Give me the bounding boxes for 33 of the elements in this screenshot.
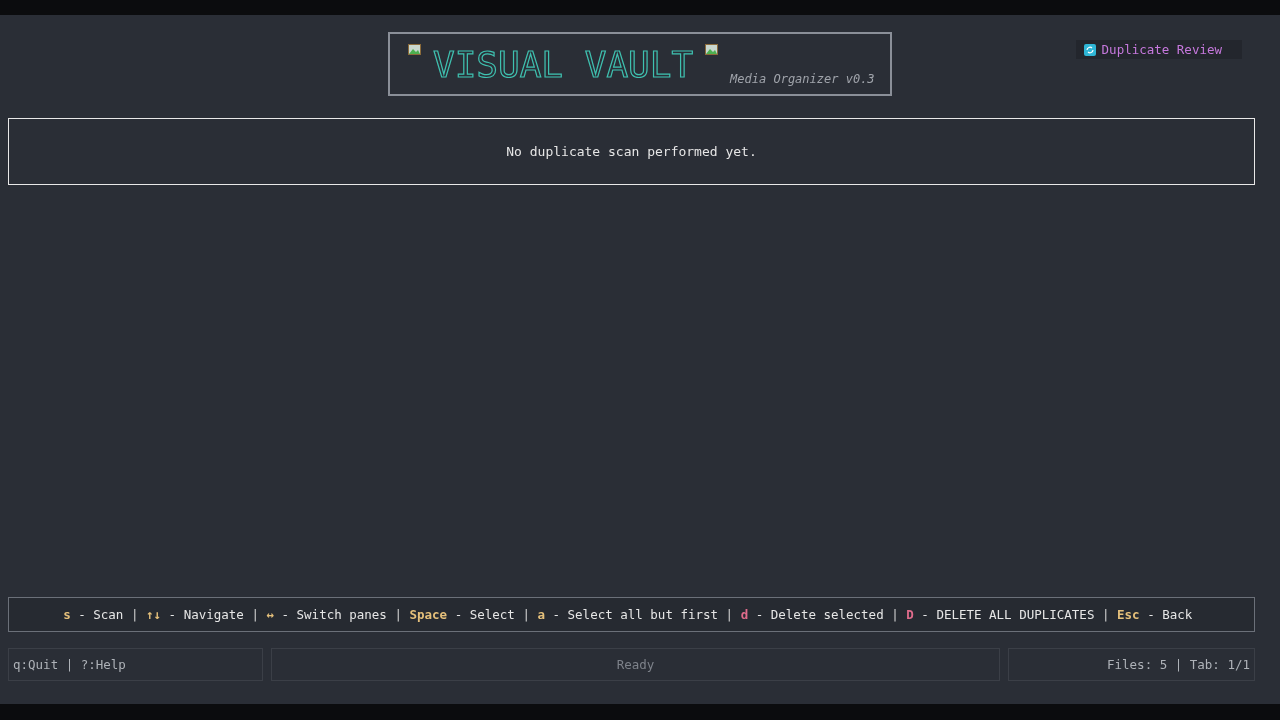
key-label: D <box>906 607 914 622</box>
key-action: - Delete selected <box>755 607 884 622</box>
help-hint: q:Quit | ?:Help <box>8 648 263 681</box>
mode-label: Duplicate Review <box>1101 42 1222 57</box>
key-action: - Scan <box>78 607 124 622</box>
key-label: Esc <box>1117 607 1140 622</box>
empty-message: No duplicate scan performed yet. <box>506 144 757 159</box>
key-action: - Navigate <box>168 607 244 622</box>
app-subtitle: Media Organizer v0.3 <box>730 72 875 86</box>
separator: | <box>251 607 259 622</box>
key-action: - DELETE ALL DUPLICATES <box>921 607 1095 622</box>
separator: | <box>1101 607 1110 622</box>
key-action: - Select <box>454 607 515 622</box>
separator: | <box>522 607 530 622</box>
separator: | <box>130 607 139 622</box>
key-label: a <box>537 607 545 622</box>
status-message: Ready <box>271 648 1000 681</box>
separator: | <box>394 607 402 622</box>
file-count: Files: 5 | Tab: 1/1 <box>1008 648 1255 681</box>
key-label: s <box>63 607 71 622</box>
image-icon <box>408 44 421 55</box>
key-label: ↑↓ <box>146 607 162 622</box>
key-action: - Switch panes <box>281 607 387 622</box>
key-label: ↔ <box>266 607 274 622</box>
key-action: - Select all but first <box>552 607 719 622</box>
key-label: Space <box>409 607 448 622</box>
key-action: - Back <box>1147 607 1193 622</box>
key-label: d <box>740 607 749 622</box>
separator: | <box>891 607 899 622</box>
logo-title: VISUAL VAULT <box>433 43 694 85</box>
image-icon <box>705 44 719 55</box>
separator: | <box>725 607 734 622</box>
refresh-icon <box>1083 43 1096 56</box>
